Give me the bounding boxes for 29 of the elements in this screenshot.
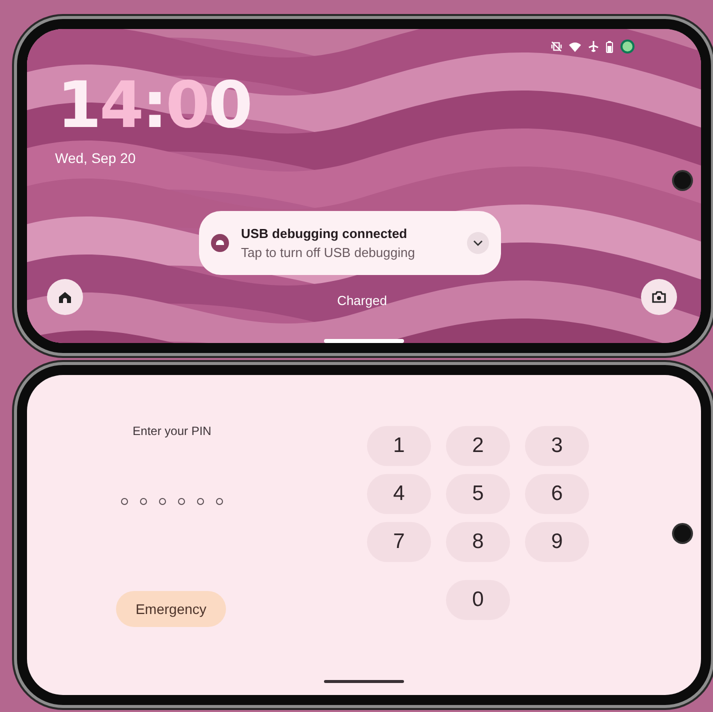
date: Wed, Sep 20 <box>55 150 136 166</box>
chevron-down-icon <box>473 240 483 246</box>
keypad-key[interactable]: 2 <box>446 426 510 466</box>
keypad-key[interactable]: 4 <box>367 474 431 514</box>
keypad-key[interactable]: 8 <box>446 522 510 562</box>
battery-icon <box>606 40 613 52</box>
notification-text: Tap to turn off USB debugging <box>241 245 416 260</box>
notification-title: USB debugging connected <box>241 226 408 242</box>
expand-button[interactable] <box>467 232 489 254</box>
keypad-key[interactable]: 1 <box>367 426 431 466</box>
camera-cutout <box>674 172 691 189</box>
keypad-key[interactable]: 5 <box>446 474 510 514</box>
keypad-key[interactable]: 9 <box>525 522 589 562</box>
vibrate-off-icon <box>551 41 562 52</box>
camera-icon <box>652 291 666 304</box>
home-icon <box>58 290 72 304</box>
keypad-key[interactable]: 0 <box>446 580 510 620</box>
pin-prompt: Enter your PIN <box>132 424 212 438</box>
keypad-key[interactable]: 6 <box>525 474 589 514</box>
app-icon <box>620 39 635 54</box>
airplane-icon <box>588 41 599 52</box>
keypad-key[interactable]: 7 <box>367 522 431 562</box>
charging-status: Charged <box>337 292 387 308</box>
emergency-button[interactable]: Emergency <box>116 591 226 627</box>
keypad-key[interactable]: 3 <box>525 426 589 466</box>
camera-cutout <box>674 525 691 542</box>
notification-card[interactable]: USB debugging connected Tap to turn off USB debugging <box>199 211 501 276</box>
wifi-icon <box>569 42 581 52</box>
android-icon <box>211 234 229 252</box>
